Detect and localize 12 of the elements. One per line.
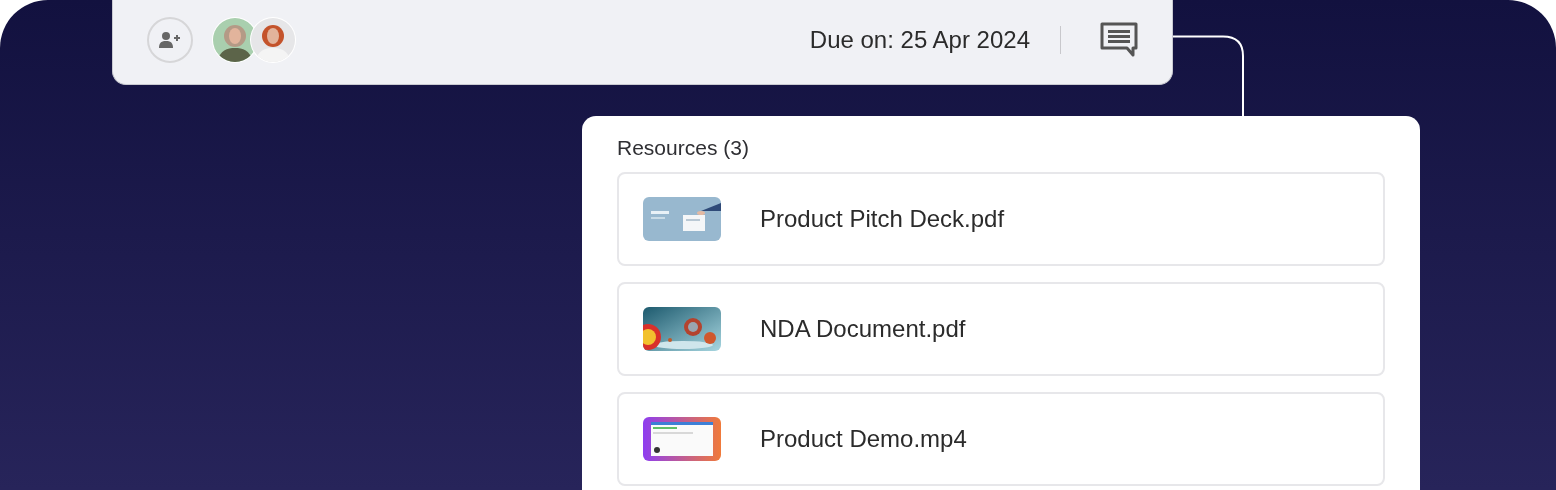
resources-title: Resources (3) [617,136,750,160]
comment-icon [1099,22,1139,58]
add-person-icon [159,32,181,48]
add-person-button[interactable] [147,17,193,63]
resource-item[interactable]: Product Pitch Deck.pdf [617,172,1385,266]
file-name: NDA Document.pdf [760,315,966,343]
file-name: Product Pitch Deck.pdf [760,205,1005,233]
resource-item[interactable]: Product Demo.mp4 [617,392,1385,486]
comments-button[interactable] [1099,22,1139,58]
resource-item[interactable]: NDA Document.pdf [617,282,1385,376]
due-date: Due on: 25 Apr 2024 [809,26,1030,54]
file-name: Product Demo.mp4 [760,425,967,453]
